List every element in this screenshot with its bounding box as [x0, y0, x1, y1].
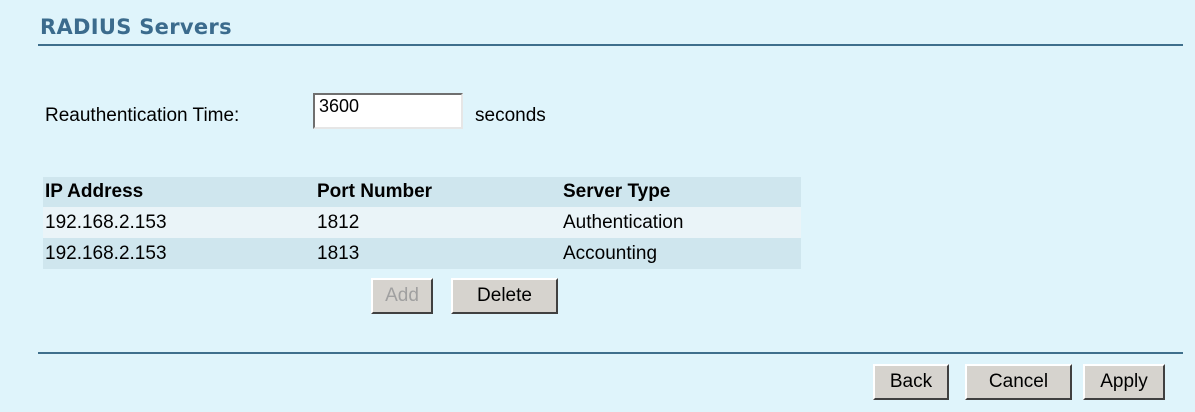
table-row[interactable]: 192.168.2.153 1813 Accounting — [43, 238, 801, 269]
table-row[interactable]: 192.168.2.153 1812 Authentication — [43, 207, 801, 238]
ip-address-cell: 192.168.2.153 — [43, 238, 315, 269]
reauthentication-unit: seconds — [475, 105, 546, 126]
radius-server-table: IP Address Port Number Server Type 192.1… — [43, 177, 801, 269]
server-type-cell: Accounting — [561, 238, 801, 269]
cancel-button[interactable]: Cancel — [965, 364, 1072, 400]
server-type-cell: Authentication — [561, 207, 801, 238]
apply-button[interactable]: Apply — [1083, 364, 1165, 400]
port-number-cell: 1813 — [315, 238, 561, 269]
reauthentication-label: Reauthentication Time: — [45, 105, 240, 126]
table-header-row: IP Address Port Number Server Type — [43, 177, 801, 207]
section-title: RADIUS Servers — [40, 15, 232, 39]
add-button: Add — [371, 278, 433, 314]
ip-address-cell: 192.168.2.153 — [43, 207, 315, 238]
back-button[interactable]: Back — [873, 364, 949, 400]
radius-servers-panel: RADIUS Servers Reauthentication Time: se… — [0, 0, 1195, 412]
column-header-server-type: Server Type — [561, 177, 801, 207]
title-divider — [38, 44, 1183, 46]
footer-divider — [38, 352, 1183, 354]
delete-button[interactable]: Delete — [451, 278, 558, 314]
column-header-ip-address: IP Address — [43, 177, 315, 207]
port-number-cell: 1812 — [315, 207, 561, 238]
reauthentication-time-input[interactable] — [313, 93, 463, 129]
column-header-port-number: Port Number — [315, 177, 561, 207]
